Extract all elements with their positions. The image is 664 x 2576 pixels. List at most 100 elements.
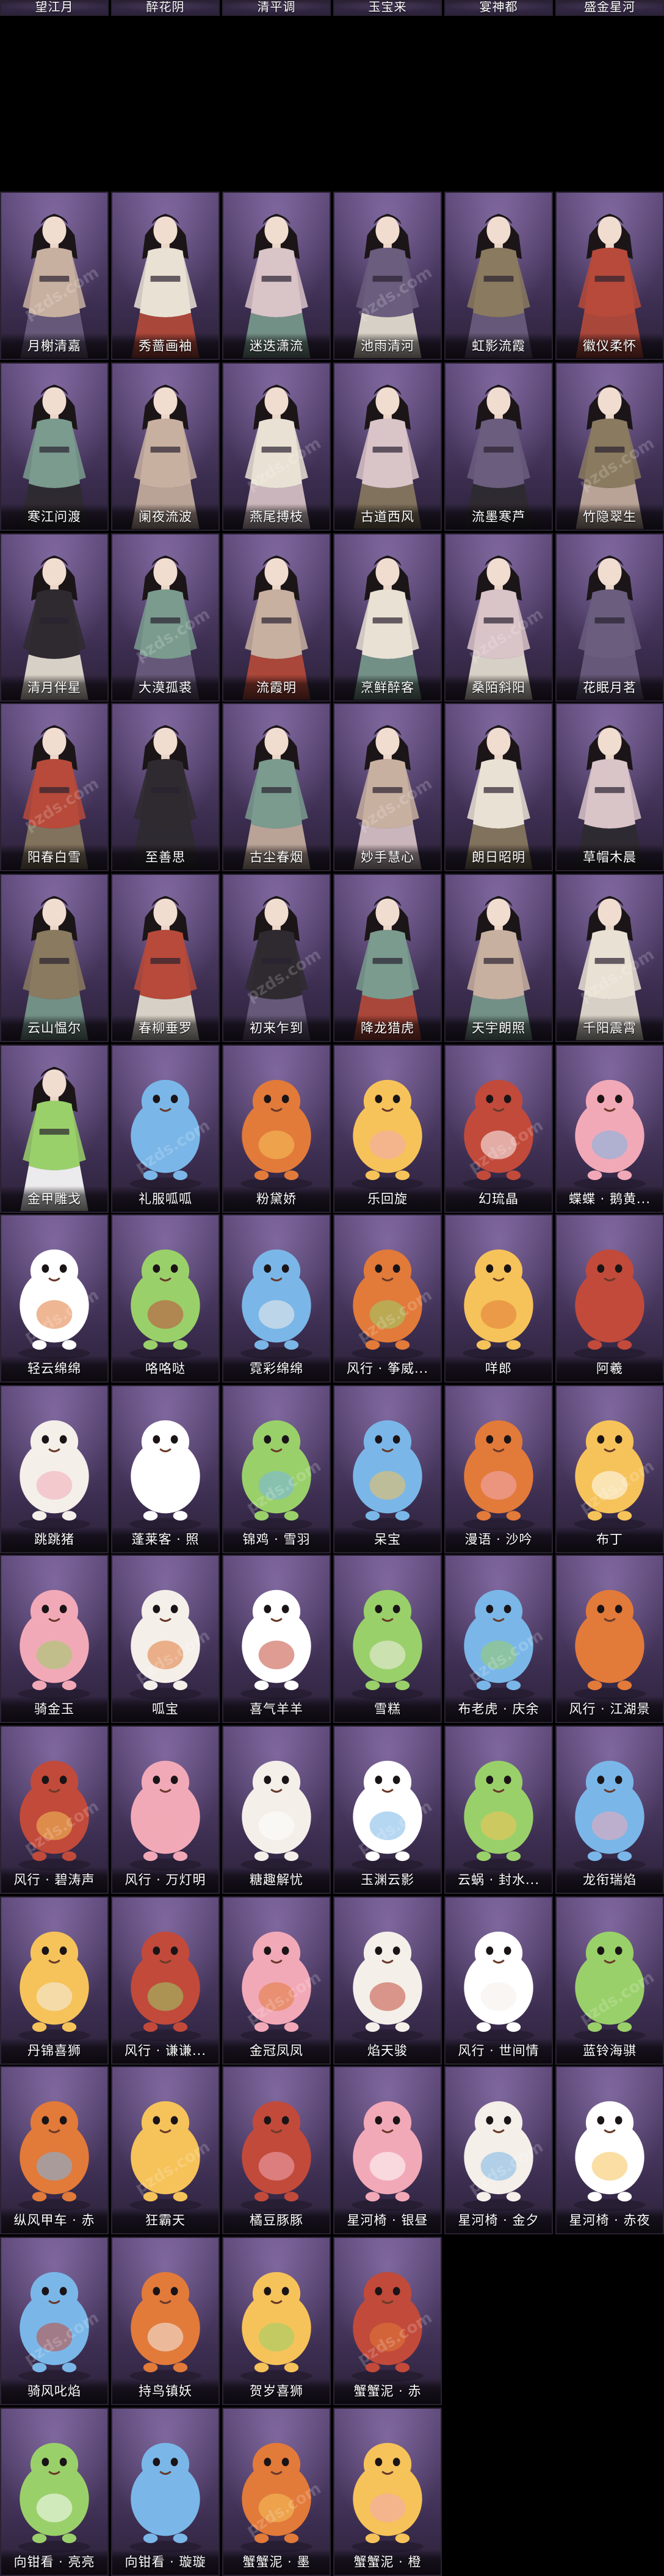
item-name-label: 礼服呱呱 <box>112 1186 218 1212</box>
costume-tile[interactable]: 清月伴星 <box>0 533 109 702</box>
pet-tile[interactable]: 贺岁喜狮 <box>222 2237 331 2405</box>
costume-tile[interactable]: 古道西风 <box>333 362 442 531</box>
pet-tile[interactable]: 向钳看 · 亮亮 <box>0 2408 109 2576</box>
pet-tile[interactable]: 狂霸天pzds.com <box>111 2066 220 2234</box>
pet-tile[interactable]: 骑金玉 <box>0 1555 109 1723</box>
costume-tile[interactable]: 流墨寒芦 <box>444 362 553 531</box>
pet-tile[interactable]: 礼服呱呱pzds.com <box>111 1045 220 1213</box>
item-name-label: 云蜗 · 封水... <box>446 1867 552 1893</box>
costume-tile[interactable]: 古尘春烟 <box>222 703 331 871</box>
item-name-label: 春柳垂罗 <box>112 1015 218 1041</box>
costume-tile-partial[interactable]: 宴神都 <box>444 0 553 16</box>
item-name-label: 草帽木晨 <box>557 844 663 870</box>
costume-tile[interactable]: 池雨清河pzds.com <box>333 192 442 360</box>
pet-tile[interactable]: 蓬莱客 · 照 <box>111 1385 220 1553</box>
pet-tile[interactable]: 风行 · 筝威...pzds.com <box>333 1214 442 1383</box>
costume-tile[interactable]: 至善思 <box>111 703 220 871</box>
pet-tile[interactable]: 幻琉晶pzds.com <box>444 1045 553 1213</box>
costume-tile[interactable]: 初来乍到pzds.com <box>222 874 331 1042</box>
costume-tile[interactable]: 草帽木晨 <box>555 703 664 871</box>
costume-tile[interactable]: 烹鲜醉客 <box>333 533 442 702</box>
costume-tile[interactable]: 迷迭潇流 <box>222 192 331 360</box>
costume-tile[interactable]: 天宇朗照 <box>444 874 553 1042</box>
pet-tile[interactable]: 咩郎 <box>444 1214 553 1383</box>
costume-tile[interactable]: 竹隐翠生pzds.com <box>555 362 664 531</box>
costume-tile[interactable]: 云山愠尔 <box>0 874 109 1042</box>
pet-tile[interactable]: 蟹蟹泥 · 墨pzds.com <box>222 2408 331 2576</box>
costume-tile-partial[interactable]: 醉花阴 <box>111 0 220 16</box>
pet-tile[interactable]: 雪糕 <box>333 1555 442 1723</box>
item-name-label: 雪糕 <box>334 1696 441 1722</box>
pet-tile[interactable]: 纵风甲车 · 赤 <box>0 2066 109 2234</box>
costume-tile-partial[interactable]: 玉宝来 <box>333 0 442 16</box>
costume-tile[interactable]: 徽仪柔怀 <box>555 192 664 360</box>
item-name-label: 古尘春烟 <box>223 844 330 870</box>
pet-tile[interactable]: 呱宝pzds.com <box>111 1555 220 1723</box>
pet-tile[interactable]: 蓝铃海骐pzds.com <box>555 1896 664 2065</box>
costume-tile[interactable]: 寒江问渡 <box>0 362 109 531</box>
pet-tile[interactable]: 蟹蟹泥 · 橙 <box>333 2408 442 2576</box>
costume-tile[interactable]: 燕尾搏枝pzds.com <box>222 362 331 531</box>
costume-tile[interactable]: 妙手慧心pzds.com <box>333 703 442 871</box>
pet-tile[interactable]: 喜气羊羊 <box>222 1555 331 1723</box>
pet-tile[interactable]: 星河椅 · 银昼 <box>333 2066 442 2234</box>
costume-tile-partial[interactable]: 望江月 <box>0 0 109 16</box>
costume-tile[interactable]: 秀蔷画袖 <box>111 192 220 360</box>
pet-tile[interactable]: 骑风叱焰pzds.com <box>0 2237 109 2405</box>
costume-tile[interactable]: 朗日昭明 <box>444 703 553 871</box>
costume-tile-partial[interactable]: 清平调 <box>222 0 331 16</box>
costume-tile[interactable]: 千阳震霄pzds.com <box>555 874 664 1042</box>
pet-tile[interactable]: 霓彩绵绵 <box>222 1214 331 1383</box>
pet-tile[interactable]: 布老虎 · 庆余pzds.com <box>444 1555 553 1723</box>
pet-tile[interactable]: 丹锦喜狮 <box>0 1896 109 2065</box>
costume-tile[interactable]: 桑陌斜阳pzds.com <box>444 533 553 702</box>
item-name-label: 星河椅 · 银昼 <box>334 2207 441 2233</box>
pet-tile[interactable]: 星河椅 · 赤夜 <box>555 2066 664 2234</box>
costume-tile-partial[interactable]: 盛金星河 <box>555 0 664 16</box>
pet-tile[interactable]: 蟹蟹泥 · 赤pzds.com <box>333 2237 442 2405</box>
pet-tile[interactable]: 金甲雕戈 <box>0 1045 109 1213</box>
pet-tile[interactable]: 蝶蝶 · 鹅黄... <box>555 1045 664 1213</box>
pet-tile[interactable]: 星河椅 · 金夕pzds.com <box>444 2066 553 2234</box>
pet-tile[interactable]: 糖趣解忧 <box>222 1725 331 1894</box>
item-name-label: 咯咯哒 <box>112 1356 218 1381</box>
item-name-label: 向钳看 · 亮亮 <box>1 2549 107 2575</box>
costume-tile[interactable]: 阑夜流波 <box>111 362 220 531</box>
pet-tile[interactable]: 风行 · 谦谦... <box>111 1896 220 2065</box>
costume-tile[interactable]: 虹影流霞 <box>444 192 553 360</box>
pet-tile[interactable]: 风行 · 江湖景 <box>555 1555 664 1723</box>
item-name-label: 呆宝 <box>334 1527 441 1552</box>
item-name-label: 迷迭潇流 <box>223 333 330 359</box>
costume-tile[interactable]: 流霞明 <box>222 533 331 702</box>
pet-tile[interactable]: 焰天骏 <box>333 1896 442 2065</box>
pet-tile[interactable]: 呆宝 <box>333 1385 442 1553</box>
pet-tile[interactable]: 漫语 · 沙吟 <box>444 1385 553 1553</box>
pet-tile[interactable]: 轻云绵绵pzds.com <box>0 1214 109 1383</box>
pet-tile[interactable]: 阿羲 <box>555 1214 664 1383</box>
pet-tile[interactable]: 布丁pzds.com <box>555 1385 664 1553</box>
pet-tile[interactable]: 龙衔瑞焰 <box>555 1725 664 1894</box>
costume-tile[interactable]: 花眠月茗 <box>555 533 664 702</box>
pet-tile[interactable]: 玉渊云影pzds.com <box>333 1725 442 1894</box>
pet-tile[interactable]: 锦鸡 · 雪羽pzds.com <box>222 1385 331 1553</box>
pet-tile[interactable]: 风行 · 碧涛声pzds.com <box>0 1725 109 1894</box>
costume-tile[interactable]: 春柳垂罗 <box>111 874 220 1042</box>
pet-tile[interactable]: 咯咯哒 <box>111 1214 220 1383</box>
pet-tile[interactable]: 粉黛娇 <box>222 1045 331 1213</box>
item-name-label: 橘豆豚豚 <box>223 2207 330 2233</box>
pet-tile[interactable]: 云蜗 · 封水... <box>444 1725 553 1894</box>
costume-tile[interactable]: 降龙猎虎 <box>333 874 442 1042</box>
item-name-label: 喜气羊羊 <box>223 1696 330 1722</box>
costume-tile[interactable]: 月榭清嘉pzds.com <box>0 192 109 360</box>
pet-tile[interactable]: 乐回旋 <box>333 1045 442 1213</box>
pet-tile[interactable]: 持鸟镇妖 <box>111 2237 220 2405</box>
costume-tile[interactable]: 大漠孤裘pzds.com <box>111 533 220 702</box>
item-name-label: 月榭清嘉 <box>1 333 107 359</box>
costume-tile[interactable]: 阳春白雪pzds.com <box>0 703 109 871</box>
pet-tile[interactable]: 向钳看 · 璇璇 <box>111 2408 220 2576</box>
pet-tile[interactable]: 金冠凤凤pzds.com <box>222 1896 331 2065</box>
pet-tile[interactable]: 风行 · 万灯明 <box>111 1725 220 1894</box>
pet-tile[interactable]: 橘豆豚豚 <box>222 2066 331 2234</box>
pet-tile[interactable]: 跳跳猪 <box>0 1385 109 1553</box>
pet-tile[interactable]: 风行 · 世间情 <box>444 1896 553 2065</box>
